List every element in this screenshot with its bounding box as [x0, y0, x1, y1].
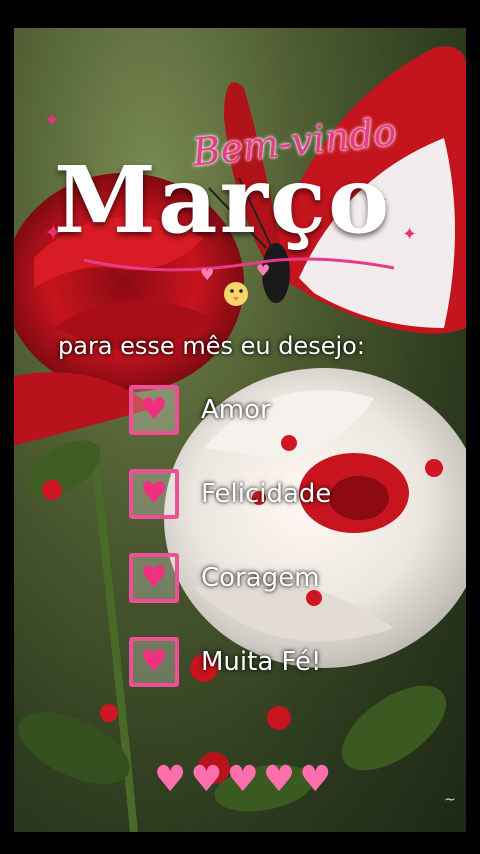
heart-icon: ♥ — [256, 261, 270, 280]
wish-item-muita-fe: ♥ Muita Fé! — [129, 634, 321, 690]
sparkle-icon: ✦ — [44, 110, 59, 131]
heart-icon: ♥ — [299, 759, 332, 800]
heart-icon: ♥ — [140, 476, 168, 511]
wish-label: Felicidade — [201, 479, 332, 509]
hearts-row: ♥ ♥ ♥ ♥ ♥ — [154, 762, 331, 798]
wish-label: Muita Fé! — [201, 647, 322, 677]
wish-checkbox: ♥ — [129, 385, 179, 435]
heart-icon: ♥ — [200, 265, 214, 284]
heart-icon: ♥ — [154, 759, 187, 800]
heart-icon: ♥ — [262, 759, 296, 800]
wish-checkbox: ♥ — [129, 637, 179, 687]
watermark-mark: ~ — [444, 792, 456, 808]
wish-label: Coragem — [201, 563, 320, 593]
heart-icon: ♥ — [140, 392, 168, 427]
wish-checkbox: ♥ — [129, 553, 179, 603]
month-title: Março — [54, 146, 392, 254]
wish-item-felicidade: ♥ Felicidade — [129, 466, 331, 522]
heart-icon: ♥ — [226, 759, 259, 800]
heart-icon: ♥ — [140, 560, 168, 595]
wish-label: Amor — [201, 395, 271, 425]
heart-icon: ♥ — [140, 644, 168, 679]
wish-item-amor: ♥ Amor — [129, 382, 271, 438]
greeting-card: ✦ ✦ ✦ ✦ ♥ ♥ ~ Bem-vindo Março para esse … — [14, 28, 466, 832]
wish-checkbox: ♥ — [129, 469, 179, 519]
heart-icon: ♥ — [190, 759, 223, 800]
wish-item-coragem: ♥ Coragem — [129, 550, 320, 606]
chick-icon — [224, 282, 248, 306]
wish-intro: para esse mês eu desejo: — [58, 332, 365, 360]
